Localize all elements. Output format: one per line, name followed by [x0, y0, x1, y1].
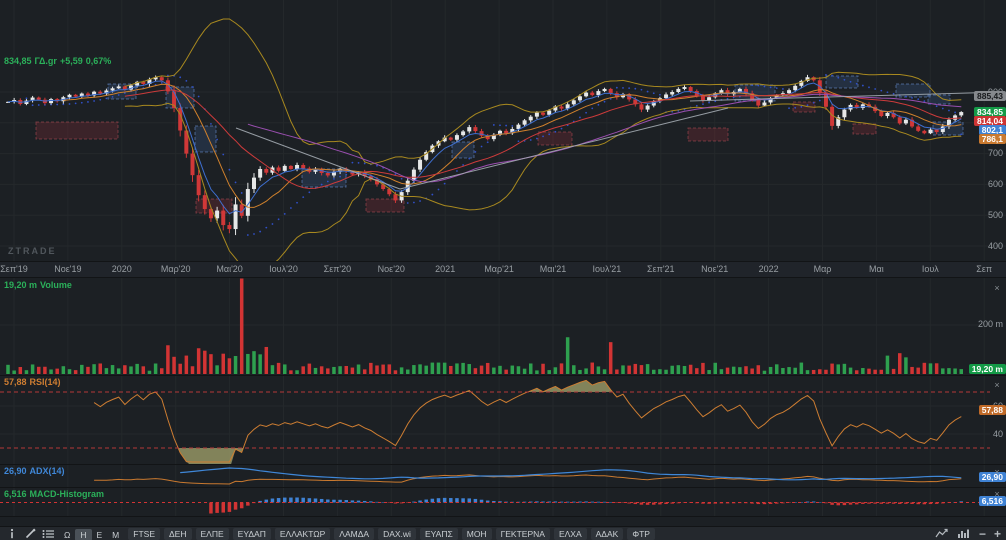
symbol-tab-ΑΔΑΚ[interactable]: ΑΔΑΚ	[590, 527, 624, 540]
price-axis-tick: 400	[987, 240, 1003, 251]
draw-pencil-icon[interactable]	[23, 528, 37, 540]
time-axis-label: Μαι'20	[216, 264, 243, 274]
symbol-tab-ΕΛΠΕ[interactable]: ΕΛΠΕ	[195, 527, 229, 540]
symbol-tab-ΕΥΑΠΣ[interactable]: ΕΥΑΠΣ	[419, 527, 458, 540]
symbol-tab-ΕΛΧΑ[interactable]: ΕΛΧΑ	[553, 527, 587, 540]
bottom-toolbar: ΩΗΕΜ FTSE ΔΕΗ ΕΛΠΕ ΕΥΔΑΠ ΕΛΛΑΚΤΩΡ ΛΑΜΔΑ DAX.wi…	[0, 526, 1006, 540]
volume-badge: 19,20 m	[968, 364, 1006, 374]
symbol-tab-ΕΥΔΑΠ[interactable]: ΕΥΔΑΠ	[232, 527, 271, 540]
rsi-axis-tick: 40	[992, 428, 1003, 439]
time-axis-label: Μαρ	[813, 264, 832, 274]
time-axis-label: Μαι'21	[539, 264, 567, 274]
time-axis-label: Μαρ'20	[160, 264, 191, 274]
close-macd-panel-button[interactable]: ×	[992, 490, 1002, 499]
time-axis-label: Νοε'20	[377, 264, 405, 274]
close-adx-panel-button[interactable]: ×	[992, 468, 1002, 477]
time-axis-label: Σεπ'19	[0, 264, 28, 274]
time-axis-label: Μαρ'21	[484, 264, 514, 274]
price-badge: 885,43	[974, 91, 1006, 102]
close-rsi-panel-button[interactable]: ×	[992, 381, 1002, 390]
indicators-list-icon[interactable]	[41, 528, 55, 540]
time-axis-label: Σεπ	[976, 264, 993, 274]
interval-button-Η[interactable]: Η	[75, 528, 92, 540]
time-axis-label: Ιουλ'20	[269, 264, 298, 274]
symbol-tab-FTSE[interactable]: FTSE	[128, 527, 160, 540]
interval-button-Ω[interactable]: Ω	[59, 529, 75, 540]
chart-canvas[interactable]	[0, 0, 1006, 526]
watermark: ZTRADE	[8, 246, 57, 256]
symbol-tab-ΦΤΡ[interactable]: ΦΤΡ	[627, 527, 655, 540]
symbol-tab-ΜΟΗ[interactable]: ΜΟΗ	[461, 527, 492, 540]
symbol-tab-ΕΛΛΑΚΤΩΡ[interactable]: ΕΛΛΑΚΤΩΡ	[274, 527, 331, 540]
bar-chart-icon[interactable]	[957, 528, 971, 540]
time-axis-label: Σεπ'20	[323, 264, 352, 274]
time-axis-label: 2021	[435, 264, 456, 274]
price-badge: 786,1	[978, 134, 1006, 145]
symbol-tab-ΓΕΚΤΕΡΝΑ[interactable]: ΓΕΚΤΕΡΝΑ	[495, 527, 550, 540]
close-volume-panel-button[interactable]: ×	[992, 284, 1002, 293]
time-axis-label: Σεπ'21	[647, 264, 675, 274]
line-chart-icon[interactable]	[935, 528, 949, 540]
price-axis-tick: 500	[987, 209, 1003, 220]
price-axis-tick: 600	[987, 178, 1003, 189]
time-axis-label: Ιουλ	[921, 264, 939, 274]
zoom-out-button[interactable]: −	[979, 528, 986, 540]
info-icon[interactable]	[5, 528, 19, 540]
volume-axis-tick: 200 m	[977, 319, 1003, 329]
time-axis-label: Ιουλ'21	[592, 264, 622, 274]
symbol-tab-DAX.wi[interactable]: DAX.wi	[378, 527, 416, 540]
interval-button-Ε[interactable]: Ε	[92, 529, 108, 540]
time-axis-label: Νοε'21	[701, 264, 729, 274]
time-axis-label: Μαι	[869, 264, 884, 274]
price-axis-tick: 700	[987, 148, 1003, 159]
rsi-badge: 57,88	[978, 405, 1006, 415]
symbol-tab-ΛΑΜΔΑ[interactable]: ΛΑΜΔΑ	[334, 527, 375, 540]
zoom-in-button[interactable]: +	[994, 528, 1001, 540]
time-axis-label: 2020	[111, 264, 132, 274]
time-axis-label: 2022	[758, 264, 779, 274]
interval-button-Μ[interactable]: Μ	[107, 529, 124, 540]
time-axis-label: Νοε'19	[54, 264, 82, 274]
trading-app: 834,85 ΓΔ.gr +5,59 0,67% ZTRADE 19,20 m Volu…	[0, 0, 1006, 540]
symbol-tab-ΔΕΗ[interactable]: ΔΕΗ	[164, 527, 192, 540]
